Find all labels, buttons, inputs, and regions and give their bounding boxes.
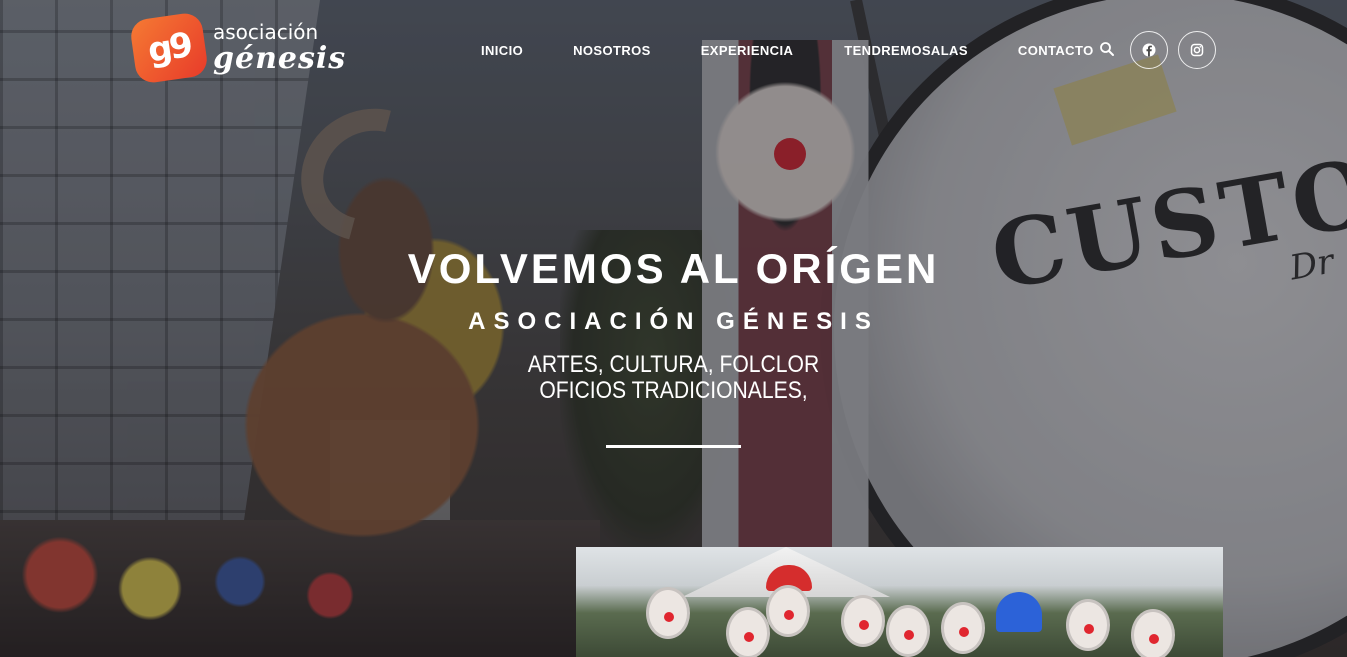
instagram-button[interactable] — [1178, 31, 1216, 69]
hero-description-line-1: ARTES, CULTURA, FOLCLOR — [527, 351, 820, 378]
logo-line-1: asociación — [213, 20, 319, 44]
clowns-photo — [576, 547, 1223, 657]
logo-line-2: génesis — [213, 41, 347, 76]
hero-description-line-2: OFICIOS TRADICIONALES, — [539, 377, 808, 404]
photo-clown-face — [1066, 599, 1110, 651]
photo-blue-wig — [996, 592, 1042, 632]
instagram-icon — [1190, 43, 1204, 57]
nav-item-tendremosalas[interactable]: TENDREMOSALAS — [844, 43, 968, 58]
facebook-button[interactable] — [1130, 31, 1168, 69]
photo-clown-face — [646, 587, 690, 639]
photo-clown-face — [766, 585, 810, 637]
logo-mark: g9 — [128, 11, 210, 85]
search-icon — [1100, 42, 1114, 56]
facebook-icon — [1142, 43, 1156, 57]
photo-clown-face — [886, 605, 930, 657]
site-header: g9 asociación génesis INICIO NOSOTROS EX… — [0, 0, 1347, 100]
photo-clown-face — [1131, 609, 1175, 657]
nav-item-inicio[interactable]: INICIO — [481, 43, 523, 58]
photo-clown-face — [841, 595, 885, 647]
photo-clown-face — [941, 602, 985, 654]
hero-divider — [606, 445, 741, 448]
nav-item-nosotros[interactable]: NOSOTROS — [573, 43, 651, 58]
main-nav: INICIO NOSOTROS EXPERIENCIA TENDREMOSALA… — [481, 38, 1094, 62]
site-logo[interactable]: g9 asociación génesis — [128, 11, 346, 85]
nav-item-experiencia[interactable]: EXPERIENCIA — [701, 43, 794, 58]
logo-wordmark: asociación génesis — [213, 22, 346, 74]
nav-item-contacto[interactable]: CONTACTO — [1018, 43, 1094, 58]
search-button[interactable] — [1098, 40, 1116, 58]
hero-subtitle: ASOCIACIÓN GÉNESIS — [468, 308, 879, 335]
photo-clown-face — [726, 607, 770, 657]
hero-title: VOLVEMOS AL ORÍGEN — [407, 245, 940, 292]
hero-description: ARTES, CULTURA, FOLCLOR OFICIOS TRADICIO… — [81, 352, 1266, 404]
